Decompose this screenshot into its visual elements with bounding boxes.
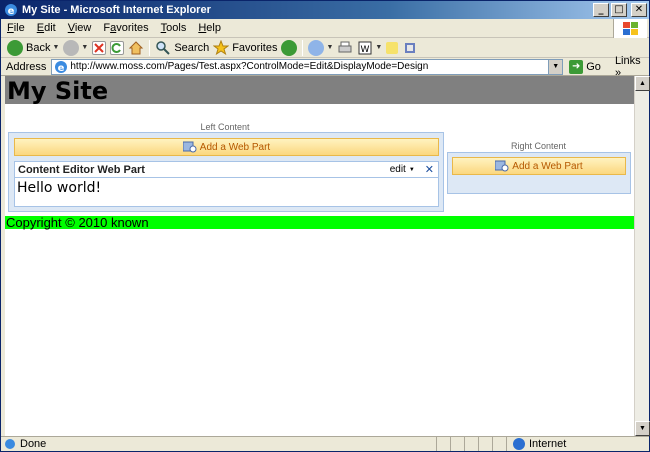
globe-icon xyxy=(513,438,525,450)
links-button[interactable]: Links » xyxy=(615,55,649,79)
status-cell xyxy=(437,437,451,451)
back-arrow-icon xyxy=(7,39,23,56)
title-bar[interactable]: e My Site - Microsoft Internet Explorer … xyxy=(1,1,649,19)
left-web-part-zone: Add a Web Part Content Editor Web Part e… xyxy=(8,132,444,212)
back-button[interactable]: Back ▼ xyxy=(5,39,61,57)
content-editor-web-part: Content Editor Web Part edit ▼ ✕ Hello wo… xyxy=(14,161,439,207)
web-part-title: Content Editor Web Part xyxy=(18,163,145,176)
messenger-icon xyxy=(402,40,418,56)
forward-arrow-icon xyxy=(63,39,80,56)
site-header: My Site xyxy=(5,76,634,106)
page-icon: e xyxy=(54,60,68,74)
right-add-web-part-button[interactable]: Add a Web Part xyxy=(452,157,626,175)
favorites-button[interactable]: Favorites xyxy=(211,39,279,57)
stop-icon xyxy=(92,40,107,55)
page-footer: Copyright © 2010 known xyxy=(5,215,634,230)
add-web-part-icon xyxy=(182,141,197,153)
messenger-button[interactable] xyxy=(400,39,420,57)
toolbar-separator xyxy=(149,39,151,56)
search-button[interactable]: Search xyxy=(153,39,211,57)
address-url[interactable]: http://www.moss.com/Pages/Test.aspx?Cont… xyxy=(70,61,428,72)
menu-favorites[interactable]: Favorites xyxy=(97,22,154,34)
vertical-scrollbar[interactable]: ▲ ▼ xyxy=(634,76,650,436)
toolbar-separator xyxy=(302,39,304,56)
window-title: My Site - Microsoft Internet Explorer xyxy=(22,4,211,16)
menu-view[interactable]: View xyxy=(62,22,98,34)
left-zone-label: Left Content xyxy=(200,122,250,132)
back-dropdown-icon[interactable]: ▼ xyxy=(52,44,59,51)
go-button[interactable]: ➜ Go xyxy=(569,59,601,74)
word-icon: W xyxy=(357,40,373,56)
toolbar: Back ▼ ▼ Search Favorites ▼ W ▼ xyxy=(1,38,649,58)
edit-page-button[interactable]: W ▼ xyxy=(355,39,384,57)
left-add-web-part-button[interactable]: Add a Web Part xyxy=(14,138,439,156)
web-part-close-icon[interactable]: ✕ xyxy=(425,163,434,176)
address-input[interactable]: e http://www.moss.com/Pages/Test.aspx?Co… xyxy=(51,58,564,75)
add-web-part-icon xyxy=(494,160,509,172)
zone-text: Internet xyxy=(529,438,567,450)
go-arrow-icon: ➜ xyxy=(569,59,584,74)
home-button[interactable] xyxy=(126,39,146,57)
caret-down-icon: ▼ xyxy=(408,166,415,173)
address-dropdown-icon[interactable]: ▼ xyxy=(548,59,563,74)
status-cell xyxy=(451,437,465,451)
history-button[interactable] xyxy=(279,39,299,57)
page-done-icon xyxy=(4,438,16,450)
refresh-icon xyxy=(110,40,125,55)
history-icon xyxy=(281,39,298,56)
site-title[interactable]: My Site xyxy=(7,76,108,106)
web-part-header: Content Editor Web Part edit ▼ ✕ xyxy=(15,162,438,178)
mail-dropdown-icon[interactable]: ▼ xyxy=(326,44,333,51)
mail-button[interactable]: ▼ xyxy=(306,39,335,57)
printer-icon xyxy=(337,40,353,56)
mail-icon xyxy=(308,39,325,56)
address-label: Address xyxy=(6,60,47,73)
svg-text:e: e xyxy=(58,63,65,74)
status-main: Done xyxy=(1,437,437,451)
ie-icon: e xyxy=(4,3,18,17)
print-button[interactable] xyxy=(335,39,355,57)
forward-dropdown-icon[interactable]: ▼ xyxy=(81,44,88,51)
right-web-part-zone: Add a Web Part xyxy=(447,152,631,194)
right-zone-label: Right Content xyxy=(510,141,567,151)
minimize-button[interactable]: _ xyxy=(593,3,609,17)
address-bar: Address e http://www.moss.com/Pages/Test… xyxy=(1,55,649,79)
menu-file[interactable]: File xyxy=(1,22,31,34)
close-window-button[interactable]: ✕ xyxy=(631,3,647,17)
web-part-edit-menu[interactable]: edit ▼ xyxy=(390,164,415,175)
page-content: My Site Left Content Add a Web Part Cont… xyxy=(5,76,634,436)
stop-button[interactable] xyxy=(90,39,108,57)
copyright-text: Copyright © 2010 known xyxy=(6,215,149,230)
edit-dropdown-icon[interactable]: ▼ xyxy=(375,44,382,51)
status-bar: Done Internet xyxy=(1,436,649,451)
menu-edit[interactable]: Edit xyxy=(31,22,62,34)
maximize-button[interactable]: □ xyxy=(611,3,627,17)
scroll-up-icon[interactable]: ▲ xyxy=(635,76,650,91)
menu-help[interactable]: Help xyxy=(192,22,227,34)
windows-logo-icon xyxy=(613,19,647,38)
status-cell xyxy=(493,437,507,451)
menu-bar: File Edit View Favorites Tools Help xyxy=(1,19,649,38)
web-part-content: Hello world! xyxy=(17,180,102,196)
scroll-down-icon[interactable]: ▼ xyxy=(635,421,650,436)
menu-tools[interactable]: Tools xyxy=(155,22,193,34)
refresh-button[interactable] xyxy=(108,39,126,57)
forward-button[interactable]: ▼ xyxy=(61,39,90,57)
browser-window: e My Site - Microsoft Internet Explorer … xyxy=(0,0,650,452)
star-icon xyxy=(212,39,230,56)
home-icon xyxy=(128,40,144,56)
status-cell xyxy=(465,437,479,451)
status-text: Done xyxy=(20,438,47,450)
status-cell xyxy=(479,437,493,451)
discuss-button[interactable] xyxy=(384,39,400,57)
note-icon xyxy=(386,41,399,54)
svg-text:e: e xyxy=(8,6,15,17)
security-zone[interactable]: Internet xyxy=(507,437,649,451)
svg-text:W: W xyxy=(361,45,370,55)
search-icon xyxy=(155,40,171,56)
